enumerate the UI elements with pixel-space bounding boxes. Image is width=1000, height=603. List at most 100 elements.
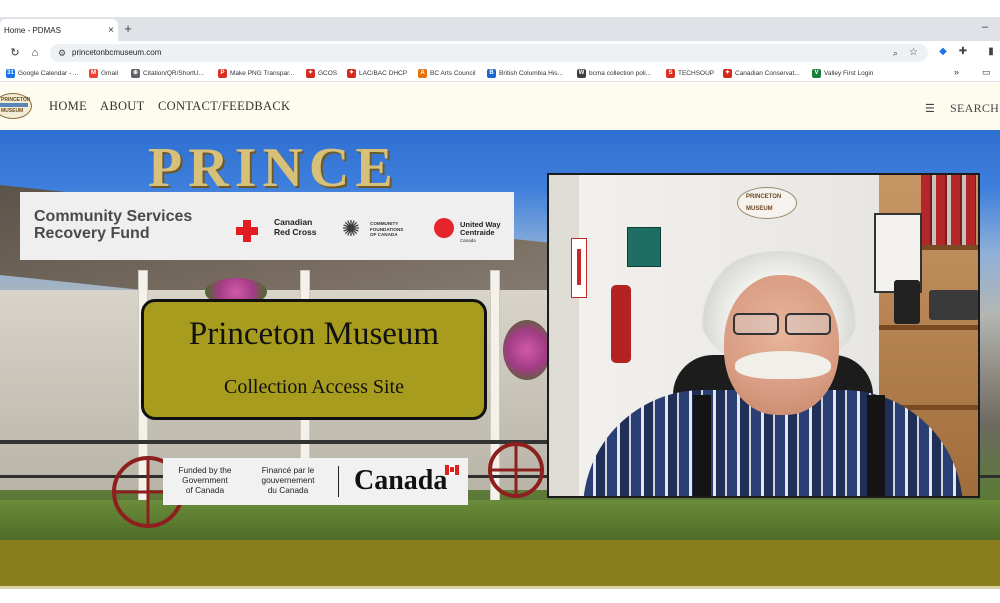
- close-icon[interactable]: ×: [104, 25, 118, 36]
- address-bar[interactable]: ⚙ princetonbcmuseum.com ⌕ ☆: [50, 44, 928, 62]
- site-settings-icon[interactable]: ⚙: [56, 47, 68, 59]
- tab-home-pdmas[interactable]: Home - PDMAS ×: [0, 19, 118, 41]
- bookmark-label: GCOS: [318, 69, 338, 77]
- bookmarks-bar: 31 Google Calendar - ... M Gmail ⊕ Citat…: [0, 64, 1000, 82]
- logo-bottom-text: MUSEUM: [1, 108, 24, 114]
- extensions-puzzle-icon[interactable]: ✚: [956, 45, 970, 59]
- bookmark-techsoup[interactable]: S TECHSOUP: [666, 67, 714, 79]
- zoom-icon[interactable]: ⌕: [893, 47, 898, 59]
- wall-sign: [627, 227, 661, 267]
- hero-section: PRINCE Community Services Recovery Fund …: [0, 130, 1000, 540]
- funding-fr-line1: Financé par le: [261, 465, 315, 475]
- menu-icon[interactable]: ☰: [925, 102, 935, 115]
- uw-line2: Centraide: [460, 228, 495, 237]
- funding-en-line1: Funded by the: [178, 465, 232, 475]
- calendar-icon: 31: [6, 68, 15, 78]
- bookmark-make-png[interactable]: P Make PNG Transpar...: [218, 67, 294, 79]
- bookmark-google-calendar[interactable]: 31 Google Calendar - ...: [6, 67, 78, 79]
- cfc-line3: OF CANADA: [370, 232, 398, 237]
- address-row: ↻ ⌂ ⚙ princetonbcmuseum.com ⌕ ☆ ◆ ✚ ▮: [0, 41, 1000, 64]
- valley-first-icon: V: [812, 68, 821, 78]
- tab-strip: Home - PDMAS × + –: [0, 17, 1000, 41]
- canada-funding-banner: Funded by the Government of Canada Finan…: [163, 458, 468, 505]
- bookmark-lac-bac[interactable]: ✦ LAC/BAC DHCP: [347, 67, 407, 79]
- hanging-flowers: [503, 320, 551, 380]
- folder-icon[interactable]: ▭: [982, 67, 991, 78]
- fire-extinguisher: [611, 285, 631, 363]
- united-way-icon: [434, 218, 454, 238]
- museum-plaque: PRINCETON MUSEUM: [737, 187, 797, 219]
- canada-wordmark: Canada: [354, 465, 448, 496]
- mustache: [735, 351, 831, 379]
- bookmark-label: Google Calendar - ...: [18, 69, 79, 77]
- red-cross-line1: Canadian: [274, 217, 313, 227]
- community-foundations-icon: ✺: [341, 216, 361, 241]
- url-text[interactable]: princetonbcmuseum.com: [72, 47, 161, 59]
- person-face: [724, 275, 839, 415]
- site-header: PRINCETON MUSEUM HOME ABOUT CONTACT/FEED…: [0, 83, 1000, 130]
- bookmark-label: TECHSOUP: [678, 69, 715, 77]
- search-button[interactable]: SEARCH: [950, 101, 999, 116]
- maple-leaf-icon: ✦: [347, 68, 356, 78]
- logo-band: [0, 103, 28, 107]
- maple-leaf-icon: ✦: [723, 68, 732, 78]
- reload-icon[interactable]: ↻: [7, 45, 23, 61]
- arts-council-icon: A: [418, 68, 427, 78]
- bookmark-gcos[interactable]: ✦ GCOS: [306, 67, 337, 79]
- united-way-sub: Canada: [460, 238, 476, 243]
- csrf-title-line2: Recovery Fund: [34, 225, 150, 242]
- new-tab-icon[interactable]: +: [120, 20, 136, 38]
- united-way-label: United Way Centraide: [460, 221, 501, 237]
- museum-logo[interactable]: PRINCETON MUSEUM: [0, 93, 32, 119]
- red-cross-label: Canadian Red Cross: [274, 217, 317, 237]
- translate-extension-icon[interactable]: ◆: [936, 45, 950, 59]
- red-cross-icon: [236, 220, 258, 242]
- bookmark-bcma[interactable]: W bcma collection poli...: [577, 67, 651, 79]
- plaque-bottom-text: MUSEUM: [746, 206, 773, 212]
- bookmark-bc-history[interactable]: B British Columbia His...: [487, 67, 563, 79]
- bookmark-label: Canadian Conservat...: [735, 69, 800, 77]
- bookmark-gmail[interactable]: M Gmail: [89, 67, 118, 79]
- building-sign: PRINCE: [148, 137, 399, 199]
- page-title: Princeton Museum: [188, 316, 440, 352]
- bookmark-label: LAC/BAC DHCP: [359, 69, 408, 77]
- speaker: [894, 280, 920, 324]
- side-panel-icon[interactable]: ▮: [984, 45, 998, 59]
- nav-about[interactable]: ABOUT: [100, 99, 145, 114]
- red-cross-line2: Red Cross: [274, 227, 317, 237]
- video-panel[interactable]: PRINCETON MUSEUM: [547, 173, 980, 498]
- maple-leaf-icon: ✦: [306, 68, 315, 78]
- museum-title-box: Princeton Museum Collection Access Site: [141, 299, 487, 420]
- bookmark-label: Gmail: [101, 69, 118, 77]
- csrf-title: Community Services Recovery Fund: [34, 208, 192, 242]
- bookmark-valley-first[interactable]: V Valley First Login: [812, 67, 873, 79]
- funding-fr-line2: gouvernement: [261, 475, 315, 485]
- bookmark-star-icon[interactable]: ☆: [909, 47, 918, 59]
- bookmark-label: British Columbia His...: [499, 69, 563, 77]
- bookmark-label: Make PNG Transpar...: [230, 69, 295, 77]
- techsoup-icon: S: [666, 68, 675, 78]
- footer-strip: [0, 589, 1000, 603]
- bc-history-icon: B: [487, 68, 496, 78]
- bookmark-citation[interactable]: ⊕ Citation/QR/ShortU...: [131, 67, 204, 79]
- funding-en-line2: Government: [182, 475, 228, 485]
- bookmark-canadian-conservation[interactable]: ✦ Canadian Conservat...: [723, 67, 800, 79]
- window-top-strip: [0, 0, 1000, 17]
- home-icon[interactable]: ⌂: [27, 45, 43, 61]
- funding-en-line3: of Canada: [185, 485, 225, 495]
- gmail-icon: M: [89, 68, 98, 78]
- minimize-icon[interactable]: –: [982, 21, 988, 33]
- screen: Home - PDMAS × + – ↻ ⌂ ⚙ princetonbcmuse…: [0, 0, 1000, 603]
- nav-home[interactable]: HOME: [49, 99, 87, 114]
- porch-railing: [0, 440, 560, 444]
- wordpress-icon: W: [577, 68, 586, 78]
- csrf-title-line1: Community Services: [34, 208, 193, 225]
- canada-flag-icon: [445, 465, 459, 475]
- tab-title: Home - PDMAS: [4, 25, 61, 35]
- nav-contact-feedback[interactable]: CONTACT/FEEDBACK: [158, 99, 290, 114]
- bookmarks-overflow-icon[interactable]: »: [954, 67, 959, 77]
- funding-fr-line3: du Canada: [267, 485, 309, 495]
- binders: [921, 175, 976, 245]
- bookmark-bc-arts-council[interactable]: A BC Arts Council: [418, 67, 476, 79]
- bookmark-label: bcma collection poli...: [589, 69, 652, 77]
